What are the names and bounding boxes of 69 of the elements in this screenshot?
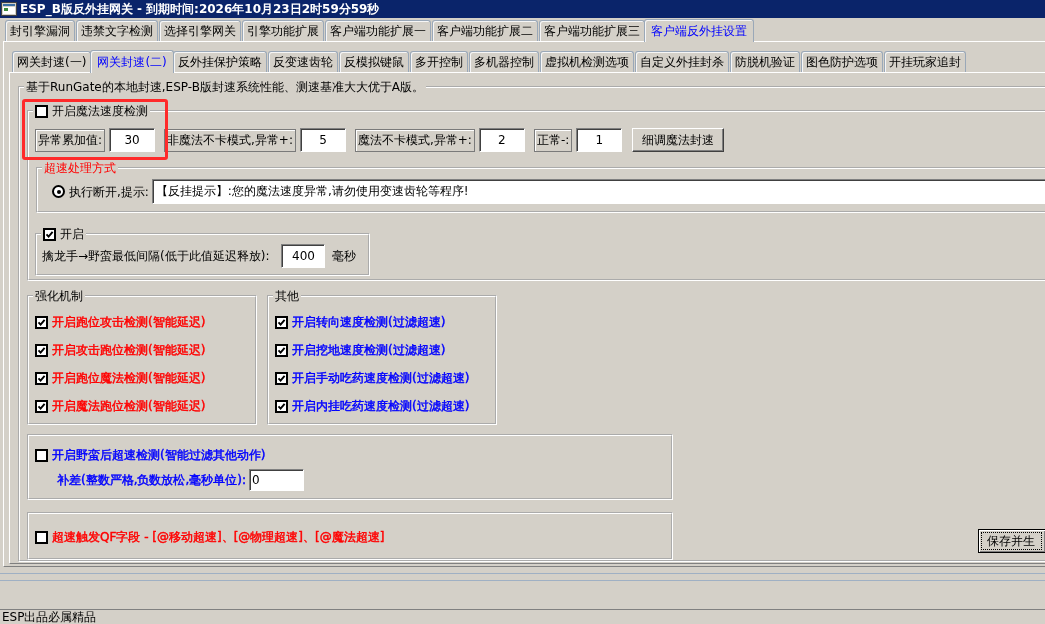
tab[interactable]: 图色防护选项 [800,51,883,72]
field-label: 补差(整数严格,负数放松,毫秒单位): [57,471,247,489]
group-title: 其他 [275,289,299,303]
checkbox-label: 开启跑位魔法检测(智能延迟) [52,371,206,385]
number-field[interactable]: 1 [576,128,623,152]
checkbox-label: 超速触发QF字段 - [@移动超速]、[@物理超速]、[@魔法超速] [52,530,385,544]
checkbox[interactable] [35,530,48,544]
checkbox[interactable] [35,399,48,413]
tab[interactable]: 反模拟键鼠 [338,51,409,72]
tab[interactable]: 防脱机验证 [729,51,800,72]
checkbox[interactable] [35,104,48,118]
field-label: 非魔法不卡模式,异常+: [164,128,296,152]
checkbox[interactable] [275,315,288,329]
tab[interactable]: 选择引擎网关 [159,20,241,41]
checkbox[interactable] [35,371,48,385]
field-label: 异常累加值: [35,128,106,152]
checkbox[interactable] [275,343,288,357]
unit-label: 毫秒 [332,247,357,265]
checkbox-label: 开启挖地速度检测(过滤超速) [292,343,446,357]
tab[interactable]: 违禁文字检测 [76,20,158,41]
window-icon [1,1,17,17]
checkbox-label: 开启转向速度检测(过滤超速) [292,315,446,329]
checkbox-label: 开启 [60,227,84,241]
checkbox[interactable] [35,343,48,357]
checkbox-label: 开启跑位攻击检测(智能延迟) [52,315,206,329]
group-title: 强化机制 [35,289,83,303]
tab[interactable]: 客户端功能扩展三 [539,20,645,41]
tab[interactable]: 客户端功能扩展一 [325,20,431,41]
tab[interactable]: 客户端功能扩展二 [432,20,538,41]
tab[interactable]: 客户端反外挂设置 [644,19,754,42]
checkbox[interactable] [35,315,48,329]
tab[interactable]: 网关封速(二) [90,50,174,73]
number-field[interactable]: 0 [249,469,305,491]
tab[interactable]: 反外挂保护策略 [172,51,267,72]
tab[interactable]: 引擎功能扩展 [242,20,324,41]
save-button[interactable]: 保存并生 [978,529,1045,553]
radio-button[interactable] [52,185,65,198]
status-text: ESP出品必属精品 [2,610,97,624]
tab[interactable]: 开挂玩家追封 [883,51,966,72]
tab[interactable]: 多机器控制 [468,51,539,72]
group-title: 基于RunGate的本地封速,ESP-B版封速系统性能、测速基准大大优于A版。 [26,80,425,94]
checkbox-label: 开启手动吃药速度检测(过滤超速) [292,371,470,385]
tab[interactable]: 虚拟机检测选项 [539,51,634,72]
number-field[interactable]: 30 [109,128,156,152]
tab[interactable]: 自定义外挂封杀 [634,51,729,72]
checkbox-label: 开启内挂吃药速度检测(过滤超速) [292,399,470,413]
checkbox-label: 开启野蛮后超速检测(智能过滤其他动作) [52,448,266,462]
checkbox[interactable] [275,371,288,385]
number-field[interactable]: 400 [281,244,326,268]
radio-label: 执行断开,提示: [69,184,149,199]
number-field[interactable]: 5 [299,128,346,152]
tab[interactable]: 反变速齿轮 [267,51,338,72]
checkbox-label: 开启魔法速度检测 [52,104,148,118]
checkbox-label: 开启攻击跑位检测(智能延迟) [52,343,206,357]
window-title: ESP_B版反外挂网关 - 到期时间:2026年10月23日2时59分59秒 [20,1,380,17]
field-label: 魔法不卡模式,异常+: [354,128,475,152]
message-field[interactable]: 【反挂提示】:您的魔法速度异常,请勿使用变速齿轮等程序! [151,179,1045,204]
tune-button[interactable]: 细调魔法封速 [632,128,725,152]
checkbox[interactable] [275,399,288,413]
field-label: 正常-: [533,128,573,152]
tab[interactable]: 多开控制 [409,51,468,72]
field-label: 擒龙手→野蛮最低间隔(低于此值延迟释放): [42,247,270,265]
tab[interactable]: 封引擎漏洞 [5,20,75,41]
checkbox[interactable] [35,448,48,462]
checkbox-label: 开启魔法跑位检测(智能延迟) [52,399,206,413]
checkbox[interactable] [43,227,56,241]
tab[interactable]: 网关封速(一) [12,51,92,72]
number-field[interactable]: 2 [478,128,525,152]
group-title: 超速处理方式 [44,161,116,175]
